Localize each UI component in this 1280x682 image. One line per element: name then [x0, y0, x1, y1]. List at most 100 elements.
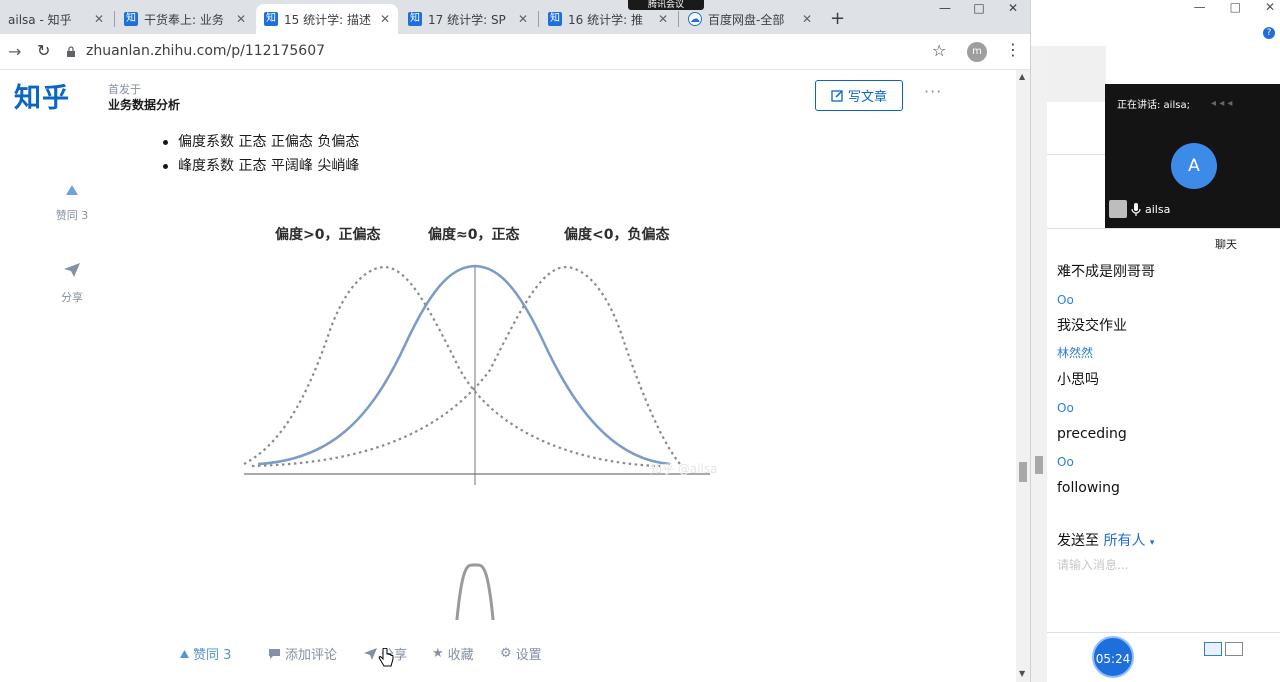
- skewness-figure: 偏度>0，正偏态 偏度≈0，正态 偏度<0，负偏态: [243, 226, 710, 620]
- star-icon: ★: [432, 646, 444, 661]
- edit-icon: [831, 90, 843, 102]
- reload-icon[interactable]: ↻: [37, 41, 50, 60]
- help-icon[interactable]: ?: [1263, 27, 1275, 39]
- image-watermark: 知乎 @ailsa: [650, 462, 718, 476]
- column-name-link[interactable]: 业务数据分析: [108, 96, 180, 113]
- maximize-button[interactable]: □: [962, 0, 996, 20]
- speaker-video-card[interactable]: 正在讲话: ailsa; ◂ ◂ ◂ A ailsa: [1105, 84, 1280, 228]
- bookmark-star-icon[interactable]: ☆: [932, 41, 946, 60]
- gear-icon: ⚙: [500, 646, 512, 661]
- browser-window: ailsa - 知乎 ✕ 知 干货奉上: 业务 ✕ 知 15 统计学: 描述 ✕…: [0, 0, 1030, 682]
- list-item: 偏度系数 正态 正偏态 负偏态: [163, 130, 359, 154]
- paper-plane-icon: [64, 263, 80, 277]
- chat-input[interactable]: 请输入消息...: [1057, 556, 1128, 573]
- tab-separator: [114, 11, 115, 27]
- positive-skew-curve: [243, 266, 661, 468]
- zhihu-favicon-icon: 知: [548, 12, 562, 26]
- tab-ailsa-zhihu[interactable]: ailsa - 知乎 ✕: [0, 4, 112, 34]
- tab-label: 16 统计学: 推: [568, 12, 643, 27]
- write-article-button[interactable]: 写文章: [815, 80, 903, 111]
- zhihu-favicon-icon: 知: [408, 12, 422, 26]
- address-bar[interactable]: zhuanlan.zhihu.com/p/112175607: [86, 43, 325, 59]
- tab-business[interactable]: 知 干货奉上: 业务 ✕: [116, 4, 254, 34]
- page-scrollbar[interactable]: ▲ ▼: [1016, 70, 1030, 682]
- profile-avatar[interactable]: m: [967, 42, 987, 62]
- bullet-list: 偏度系数 正态 正偏态 负偏态 峰度系数 正态 平阔峰 尖峭峰: [163, 130, 359, 178]
- more-options-icon[interactable]: ···: [924, 82, 942, 101]
- close-icon[interactable]: ✕: [90, 12, 104, 26]
- speaker-name: ailsa: [1145, 202, 1171, 216]
- send-to-label: 发送至: [1057, 533, 1099, 549]
- close-icon[interactable]: ✕: [376, 12, 390, 26]
- chat-sender-name: Oo: [1057, 293, 1074, 307]
- meeting-timer: 05:24: [1092, 636, 1134, 678]
- meeting-window-controls: — □ ✕: [1194, 0, 1275, 14]
- maximize-button[interactable]: □: [1230, 0, 1241, 14]
- side-share-button[interactable]: 分享: [52, 263, 92, 305]
- send-to-target[interactable]: 所有人: [1103, 533, 1145, 549]
- zhihu-logo[interactable]: 知乎: [14, 76, 70, 115]
- tab-label: ailsa - 知乎: [8, 12, 72, 27]
- scroll-down-arrow-icon[interactable]: ▼: [1019, 669, 1025, 678]
- list-item: 峰度系数 正态 平阔峰 尖峭峰: [163, 154, 359, 178]
- meeting-scrollbar[interactable]: [1031, 46, 1047, 682]
- send-to-selector[interactable]: 发送至 所有人 ▾: [1057, 530, 1154, 550]
- chat-sender-name: Oo: [1057, 455, 1074, 469]
- zhihu-favicon-icon: 知: [124, 12, 138, 26]
- chat-title: 聊天: [1215, 238, 1237, 251]
- chat-message: preceding: [1057, 426, 1127, 442]
- figure-label-normal: 偏度≈0，正态: [428, 226, 519, 243]
- favorite-button[interactable]: ★ 收藏: [432, 644, 474, 663]
- user-icon: [1109, 200, 1127, 218]
- forward-icon[interactable]: →: [8, 42, 21, 61]
- paper-plane-icon: [364, 647, 377, 660]
- close-icon[interactable]: ✕: [232, 12, 246, 26]
- minimize-button[interactable]: —: [928, 0, 962, 20]
- scrollbar-thumb[interactable]: [1035, 456, 1043, 474]
- article-action-bar: 赞同 3 添加评论 分享 ★ 收藏 ⚙ 设置: [0, 636, 1016, 668]
- scroll-up-arrow-icon[interactable]: ▲: [1019, 72, 1025, 81]
- tab-label: 17 统计学: SP: [428, 12, 506, 27]
- tab-statistics-17[interactable]: 知 17 统计学: SP ✕: [400, 4, 536, 34]
- screen: ailsa - 知乎 ✕ 知 干货奉上: 业务 ✕ 知 15 统计学: 描述 ✕…: [0, 0, 1280, 682]
- comment-label: 添加评论: [285, 648, 338, 663]
- negative-skew-curve: [251, 266, 681, 468]
- browser-menu-icon[interactable]: ⋮: [1005, 40, 1021, 59]
- tab-strip: ailsa - 知乎 ✕ 知 干货奉上: 业务 ✕ 知 15 统计学: 描述 ✕…: [0, 0, 1030, 34]
- speaker-view-button[interactable]: [1225, 642, 1243, 656]
- chat-message: following: [1057, 480, 1120, 496]
- chat-message: 我没交作业: [1057, 318, 1127, 334]
- chat-message: 难不成是刚哥哥: [1057, 264, 1155, 280]
- settings-label: 设置: [515, 648, 542, 663]
- hand-cursor-icon: [378, 648, 394, 667]
- write-article-label: 写文章: [847, 90, 887, 105]
- side-like-button[interactable]: 赞同 3: [52, 185, 92, 223]
- tab-statistics-15[interactable]: 知 15 统计学: 描述 ✕: [256, 4, 398, 34]
- chevron-down-icon: ▾: [1149, 538, 1155, 548]
- window-controls: — □ ✕: [928, 0, 1030, 20]
- close-icon[interactable]: ✕: [798, 12, 812, 26]
- comment-bubble-icon: [269, 648, 280, 659]
- comment-button[interactable]: 添加评论: [268, 644, 337, 663]
- close-icon[interactable]: ✕: [514, 12, 528, 26]
- chat-message: 小思吗: [1057, 372, 1099, 388]
- like-label: 赞同 3: [193, 648, 232, 663]
- scrollbar-thumb[interactable]: [1019, 462, 1027, 482]
- upvote-triangle-icon: [66, 185, 78, 195]
- meeting-app-panel: — □ ✕ ? 正在讲话: ailsa; ◂ ◂ ◂ A ailsa 聊天 难不…: [1030, 0, 1280, 682]
- like-button[interactable]: 赞同 3: [180, 644, 231, 663]
- normal-curve: [257, 264, 671, 466]
- speaking-indicator: 正在讲话: ailsa;: [1117, 100, 1190, 111]
- tab-label: 百度网盘-全部: [708, 12, 785, 27]
- new-tab-button[interactable]: +: [830, 8, 845, 29]
- article-page: 知乎 首发于 业务数据分析 写文章 ··· 偏度系数 正态 正偏态 负偏态 峰度…: [0, 70, 1016, 682]
- close-window-button[interactable]: ✕: [996, 0, 1030, 20]
- figure-label-negative: 偏度<0，负偏态: [564, 226, 669, 243]
- speaker-avatar: A: [1171, 143, 1217, 189]
- minimize-button[interactable]: —: [1194, 0, 1206, 14]
- grid-view-button[interactable]: [1204, 642, 1222, 656]
- close-icon[interactable]: ✕: [654, 12, 668, 26]
- settings-button[interactable]: ⚙ 设置: [500, 644, 542, 663]
- close-window-button[interactable]: ✕: [1265, 0, 1275, 14]
- chat-sender-name: 林然然: [1057, 346, 1094, 360]
